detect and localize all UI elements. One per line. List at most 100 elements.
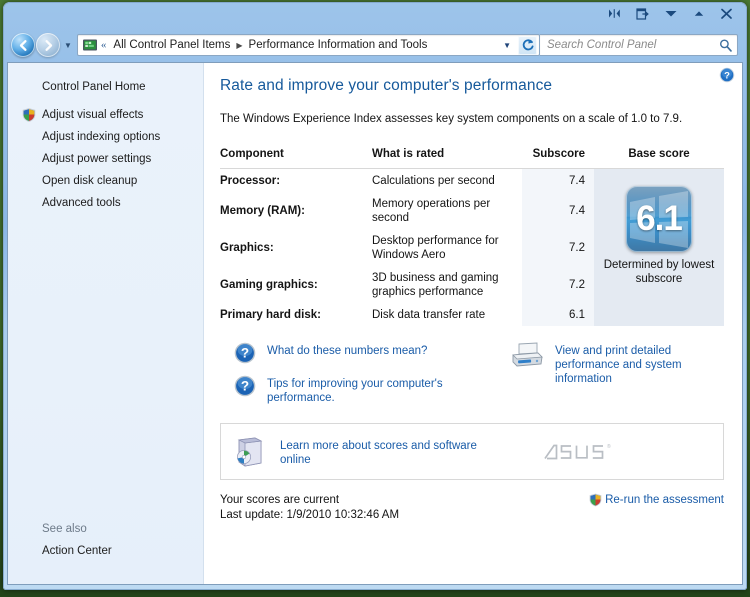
navigation-bar: ▼ « All Control Panel Items ▶ Performanc…: [4, 29, 746, 61]
cell-what-is-rated: Memory operations per second: [372, 198, 491, 224]
explorer-window: ▼ « All Control Panel Items ▶ Performanc…: [3, 2, 747, 590]
base-score-cell: 6.1 Determined by lowest subscore: [594, 168, 724, 326]
sidebar-item-label: Control Panel Home: [42, 81, 146, 93]
chevron-up-icon: [694, 11, 703, 16]
sidebar-item-adjust-indexing-options[interactable]: Adjust indexing options: [8, 126, 203, 148]
search-icon: [720, 39, 732, 52]
sidebar-item-action-center[interactable]: Action Center: [8, 540, 203, 562]
table-row: Processor: Calculations per second 7.4 6…: [220, 168, 724, 326]
back-button[interactable]: [11, 33, 35, 57]
rerun-assessment-label: Re-run the assessment: [605, 494, 724, 506]
sidebar-item-label: Action Center: [42, 545, 112, 557]
oem-promo-panel: Learn more about scores and software onl…: [220, 423, 724, 480]
address-bar[interactable]: « All Control Panel Items ▶ Performance …: [76, 34, 540, 56]
cell-subscore: 7.4: [522, 168, 594, 192]
minimize-button[interactable]: [657, 4, 684, 23]
recent-pages-dropdown[interactable]: ▼: [64, 41, 72, 50]
base-score-value: 6.1: [636, 198, 683, 238]
refresh-button[interactable]: [518, 35, 537, 55]
cell-component: Primary hard disk:: [220, 309, 321, 321]
svg-text:?: ?: [724, 71, 730, 82]
split-icon: [609, 9, 620, 18]
column-header-base-score: Base score: [594, 148, 724, 169]
client-area: Control Panel Home Adjust visual effects…: [7, 62, 743, 585]
refresh-icon: [522, 39, 533, 51]
link-tips-for-improving-performance[interactable]: ? Tips for improving your computer's per…: [234, 375, 510, 405]
link-what-do-these-numbers-mean[interactable]: ? What do these numbers mean?: [234, 342, 510, 364]
sidebar-item-label: Adjust power settings: [42, 153, 152, 165]
link-label: View and print detailed performance and …: [555, 345, 682, 385]
title-bar: [4, 3, 746, 29]
rerun-assessment-link[interactable]: Re-run the assessment: [589, 493, 724, 507]
control-panel-icon: [82, 39, 97, 51]
breadcrumb-all-control-panel-items[interactable]: All Control Panel Items: [110, 37, 233, 53]
table-body: Processor: Calculations per second 7.4 6…: [220, 168, 724, 326]
sidebar-item-label: Open disk cleanup: [42, 175, 138, 187]
printer-icon: [512, 342, 543, 367]
sidebar-item-label: Adjust indexing options: [42, 131, 161, 143]
cell-subscore: 7.4: [522, 192, 594, 229]
performance-scores-table: Component What is rated Subscore Base sc…: [220, 148, 724, 326]
registered-mark: ®: [607, 443, 611, 450]
help-links-column: ? What do these numbers mean? ? Tips for…: [234, 342, 510, 416]
cell-what-is-rated: Disk data transfer rate: [372, 309, 486, 321]
window-action-button[interactable]: [629, 4, 656, 23]
close-button[interactable]: [713, 4, 740, 23]
base-score-badge: 6.1: [626, 186, 692, 252]
arrow-left-icon: [19, 39, 27, 51]
cell-component: Graphics:: [220, 242, 274, 254]
export-window-icon: [636, 7, 649, 20]
cell-component: Memory (RAM):: [220, 205, 305, 217]
cell-component: Gaming graphics:: [220, 279, 318, 291]
footer-status-row: Your scores are current Last update: 1/9…: [220, 493, 724, 523]
link-learn-more-scores-software[interactable]: Learn more about scores and software onl…: [280, 437, 485, 467]
question-circle-icon: ?: [234, 342, 256, 364]
link-label: What do these numbers mean?: [267, 345, 428, 357]
help-button[interactable]: ?: [719, 67, 735, 83]
page-description: The Windows Experience Index assesses ke…: [220, 113, 683, 125]
sidebar-see-also-section: See also Action Center: [8, 520, 203, 562]
search-box[interactable]: Search Control Panel: [540, 34, 738, 56]
content-inner: Rate and improve your computer's perform…: [204, 77, 742, 416]
scores-current-status: Your scores are current: [220, 494, 340, 506]
column-header-subscore: Subscore: [522, 148, 594, 169]
column-header-component: Component: [220, 148, 372, 169]
see-also-heading: See also: [42, 523, 87, 535]
cell-what-is-rated: 3D business and gaming graphics performa…: [372, 272, 499, 298]
cell-subscore: 7.2: [522, 266, 594, 303]
sidebar-item-open-disk-cleanup[interactable]: Open disk cleanup: [8, 170, 203, 192]
address-dropdown-caret-icon[interactable]: ▼: [499, 41, 518, 50]
page-title: Rate and improve your computer's perform…: [220, 77, 553, 94]
maximize-button[interactable]: [685, 4, 712, 23]
table-header: Component What is rated Subscore Base sc…: [220, 148, 724, 169]
restore-split-button[interactable]: [601, 4, 628, 23]
asus-logo: ®: [544, 443, 611, 459]
content-pane: ? Rate and improve your computer's perfo…: [204, 63, 742, 584]
sidebar-item-control-panel-home[interactable]: Control Panel Home: [8, 76, 203, 98]
svg-text:?: ?: [241, 346, 249, 361]
breadcrumb-performance-information-and-tools[interactable]: Performance Information and Tools: [246, 37, 431, 53]
cell-component: Processor:: [220, 175, 281, 187]
close-icon: [721, 8, 732, 19]
breadcrumb-separator-icon: ▶: [236, 40, 243, 50]
help-links-row: ? What do these numbers mean? ? Tips for…: [220, 342, 724, 416]
chevron-down-icon: [665, 11, 676, 17]
sidebar: Control Panel Home Adjust visual effects…: [8, 63, 204, 584]
cell-subscore: 6.1: [522, 303, 594, 326]
caption-button-group: [601, 4, 740, 23]
base-score-note: Determined by lowest subscore: [603, 259, 715, 285]
sidebar-item-label: Advanced tools: [42, 197, 121, 209]
previous-locations-button[interactable]: «: [100, 39, 111, 51]
search-input[interactable]: Search Control Panel: [547, 39, 718, 51]
sidebar-item-label: Adjust visual effects: [42, 109, 144, 121]
sidebar-item-advanced-tools[interactable]: Advanced tools: [8, 192, 203, 214]
arrow-right-icon: [44, 39, 52, 51]
svg-text:?: ?: [241, 379, 249, 394]
link-view-and-print-details[interactable]: View and print detailed performance and …: [510, 342, 724, 405]
forward-button[interactable]: [36, 33, 60, 57]
sidebar-item-adjust-power-settings[interactable]: Adjust power settings: [8, 148, 203, 170]
table-header-row: Component What is rated Subscore Base sc…: [220, 148, 724, 169]
sidebar-item-adjust-visual-effects[interactable]: Adjust visual effects: [8, 104, 203, 126]
software-box-icon: [237, 437, 263, 466]
uac-shield-icon: [22, 108, 36, 122]
